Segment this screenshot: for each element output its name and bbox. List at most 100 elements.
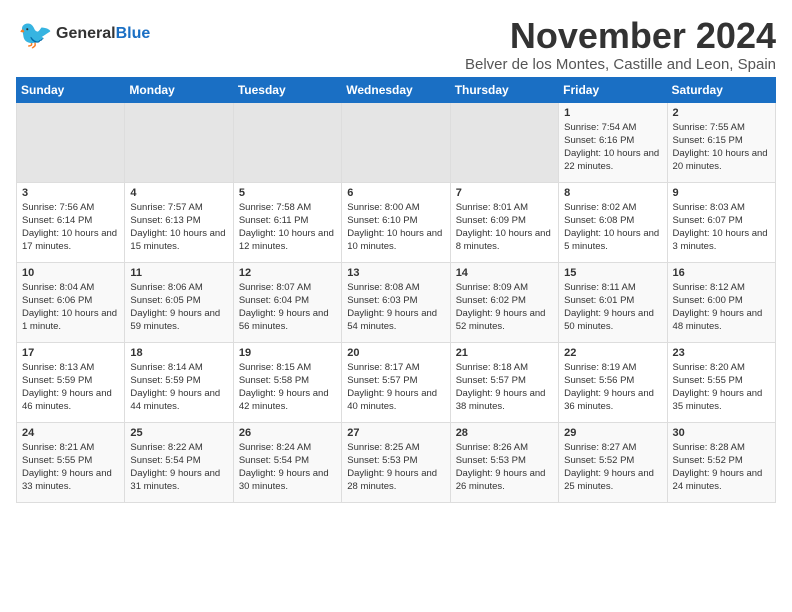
calendar-cell: 17Sunrise: 8:13 AMSunset: 5:59 PMDayligh… [17,342,125,422]
calendar-cell: 28Sunrise: 8:26 AMSunset: 5:53 PMDayligh… [450,422,558,502]
calendar-cell: 22 Sunrise: 8:19 AMSunset: 5:56 PMDayligh… [559,342,667,422]
day-info: Sunrise: 8:25 AMSunset: 5:53 PMDaylight:… [347,441,444,494]
day-info: Sunrise: 8:15 AMSunset: 5:58 PMDaylight:… [239,361,336,414]
day-number: 20 [347,347,444,359]
calendar-cell: 10Sunrise: 8:04 AMSunset: 6:06 PMDayligh… [17,262,125,342]
calendar-cell: 11 Sunrise: 8:06 AMSunset: 6:05 PMDayligh… [125,262,233,342]
day-number: 23 [673,347,770,359]
day-number: 19 [239,347,336,359]
day-number: 4 [130,187,227,199]
calendar-cell: 24 Sunrise: 8:21 AMSunset: 5:55 PMDayligh… [17,422,125,502]
calendar-cell: 20 Sunrise: 8:17 AMSunset: 5:57 PMDayligh… [342,342,450,422]
day-info: Sunrise: 8:08 AMSunset: 6:03 PMDaylight:… [347,281,444,334]
day-number: 27 [347,427,444,439]
calendar-cell: 8Sunrise: 8:02 AMSunset: 6:08 PMDaylight… [559,182,667,262]
calendar-cell: 12 Sunrise: 8:07 AMSunset: 6:04 PMDayligh… [233,262,341,342]
calendar-cell: 9 Sunrise: 8:03 AMSunset: 6:07 PMDaylight… [667,182,775,262]
weekday-header: Sunday [17,77,125,102]
day-info: Sunrise: 8:06 AMSunset: 6:05 PMDaylight:… [130,281,227,334]
day-info: Sunrise: 8:09 AMSunset: 6:02 PMDaylight:… [456,281,553,334]
day-info: Sunrise: 8:03 AMSunset: 6:07 PMDaylight:… [673,201,770,254]
weekday-header: Tuesday [233,77,341,102]
calendar-week-row: 17Sunrise: 8:13 AMSunset: 5:59 PMDayligh… [17,342,776,422]
day-number: 1 [564,107,661,119]
calendar-cell: 15 Sunrise: 8:11 AMSunset: 6:01 PMDayligh… [559,262,667,342]
logo-icon: 🐦 [16,16,52,52]
calendar-cell: 26 Sunrise: 8:24 AMSunset: 5:54 PMDayligh… [233,422,341,502]
weekday-header: Monday [125,77,233,102]
day-info: Sunrise: 8:07 AMSunset: 6:04 PMDaylight:… [239,281,336,334]
day-number: 11 [130,267,227,279]
calendar-week-row: 1 Sunrise: 7:54 AMSunset: 6:16 PMDaylight… [17,102,776,182]
calendar-cell: 13 Sunrise: 8:08 AMSunset: 6:03 PMDayligh… [342,262,450,342]
day-info: Sunrise: 7:55 AMSunset: 6:15 PMDaylight:… [673,121,770,174]
day-info: Sunrise: 7:57 AMSunset: 6:13 PMDaylight:… [130,201,227,254]
day-info: Sunrise: 8:22 AMSunset: 5:54 PMDaylight:… [130,441,227,494]
calendar-cell: 25 Sunrise: 8:22 AMSunset: 5:54 PMDayligh… [125,422,233,502]
calendar-cell: 23 Sunrise: 8:20 AMSunset: 5:55 PMDayligh… [667,342,775,422]
calendar-cell [342,102,450,182]
calendar-cell: 6 Sunrise: 8:00 AMSunset: 6:10 PMDaylight… [342,182,450,262]
day-info: Sunrise: 8:17 AMSunset: 5:57 PMDaylight:… [347,361,444,414]
day-info: Sunrise: 8:21 AMSunset: 5:55 PMDaylight:… [22,441,119,494]
day-info: Sunrise: 8:11 AMSunset: 6:01 PMDaylight:… [564,281,661,334]
calendar-table: SundayMondayTuesdayWednesdayThursdayFrid… [16,77,776,503]
day-info: Sunrise: 8:00 AMSunset: 6:10 PMDaylight:… [347,201,444,254]
day-number: 28 [456,427,553,439]
calendar-cell [125,102,233,182]
day-number: 18 [130,347,227,359]
day-info: Sunrise: 8:20 AMSunset: 5:55 PMDaylight:… [673,361,770,414]
calendar-cell: 16Sunrise: 8:12 AMSunset: 6:00 PMDayligh… [667,262,775,342]
month-title: November 2024 [465,16,776,56]
logo-blue: Blue [116,25,151,42]
weekday-header: Saturday [667,77,775,102]
calendar-cell [233,102,341,182]
day-info: Sunrise: 8:19 AMSunset: 5:56 PMDaylight:… [564,361,661,414]
day-number: 25 [130,427,227,439]
day-number: 9 [673,187,770,199]
day-info: Sunrise: 7:58 AMSunset: 6:11 PMDaylight:… [239,201,336,254]
calendar-cell: 27 Sunrise: 8:25 AMSunset: 5:53 PMDayligh… [342,422,450,502]
day-number: 21 [456,347,553,359]
day-number: 29 [564,427,661,439]
calendar-cell [450,102,558,182]
day-info: Sunrise: 8:18 AMSunset: 5:57 PMDaylight:… [456,361,553,414]
day-info: Sunrise: 8:01 AMSunset: 6:09 PMDaylight:… [456,201,553,254]
weekday-header: Wednesday [342,77,450,102]
day-number: 16 [673,267,770,279]
calendar-week-row: 10Sunrise: 8:04 AMSunset: 6:06 PMDayligh… [17,262,776,342]
logo-general: General [56,25,116,42]
day-number: 13 [347,267,444,279]
calendar-week-row: 3Sunrise: 7:56 AMSunset: 6:14 PMDaylight… [17,182,776,262]
day-number: 7 [456,187,553,199]
calendar-cell: 14 Sunrise: 8:09 AMSunset: 6:02 PMDayligh… [450,262,558,342]
calendar-cell: 18 Sunrise: 8:14 AMSunset: 5:59 PMDayligh… [125,342,233,422]
day-number: 26 [239,427,336,439]
logo-text-block: GeneralBlue [56,25,150,43]
day-number: 30 [673,427,770,439]
day-number: 14 [456,267,553,279]
title-area: November 2024 Belver de los Montes, Cast… [465,16,776,73]
calendar-cell: 30Sunrise: 8:28 AMSunset: 5:52 PMDayligh… [667,422,775,502]
day-info: Sunrise: 8:13 AMSunset: 5:59 PMDaylight:… [22,361,119,414]
day-info: Sunrise: 8:04 AMSunset: 6:06 PMDaylight:… [22,281,119,334]
day-number: 15 [564,267,661,279]
day-number: 24 [22,427,119,439]
day-info: Sunrise: 7:56 AMSunset: 6:14 PMDaylight:… [22,201,119,254]
calendar-body: 1 Sunrise: 7:54 AMSunset: 6:16 PMDaylight… [17,102,776,502]
day-number: 12 [239,267,336,279]
day-number: 6 [347,187,444,199]
calendar-cell: 4 Sunrise: 7:57 AMSunset: 6:13 PMDaylight… [125,182,233,262]
day-info: Sunrise: 8:24 AMSunset: 5:54 PMDaylight:… [239,441,336,494]
day-info: Sunrise: 7:54 AMSunset: 6:16 PMDaylight:… [564,121,661,174]
day-info: Sunrise: 8:02 AMSunset: 6:08 PMDaylight:… [564,201,661,254]
calendar-cell [17,102,125,182]
day-number: 22 [564,347,661,359]
day-number: 5 [239,187,336,199]
weekday-header: Friday [559,77,667,102]
calendar-cell: 19 Sunrise: 8:15 AMSunset: 5:58 PMDayligh… [233,342,341,422]
calendar-cell: 2Sunrise: 7:55 AMSunset: 6:15 PMDaylight… [667,102,775,182]
day-info: Sunrise: 8:14 AMSunset: 5:59 PMDaylight:… [130,361,227,414]
calendar-cell: 7 Sunrise: 8:01 AMSunset: 6:09 PMDaylight… [450,182,558,262]
calendar-cell: 1 Sunrise: 7:54 AMSunset: 6:16 PMDaylight… [559,102,667,182]
